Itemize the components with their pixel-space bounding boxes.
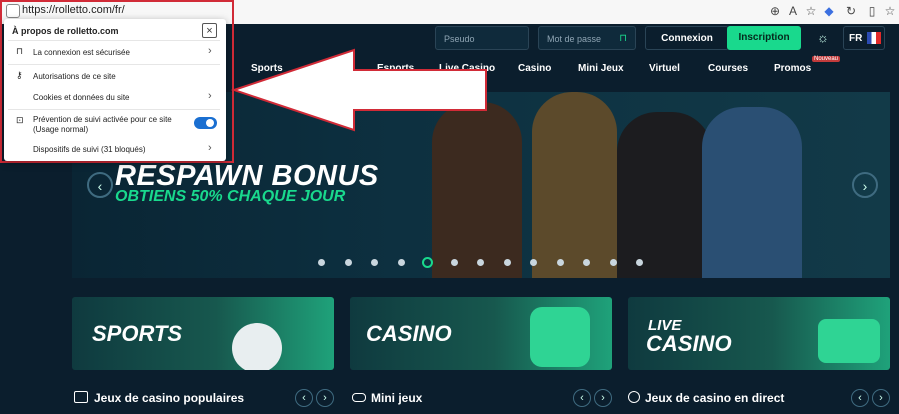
trackers-row[interactable]: Dispositifs de suivi (31 bloqués) › bbox=[4, 141, 226, 157]
language-code: FR bbox=[849, 33, 863, 44]
new-badge: Nouveau bbox=[812, 56, 841, 62]
carousel-dot[interactable] bbox=[556, 259, 564, 266]
banner-subtitle: OBTIENS 50% CHAQUE JOUR bbox=[115, 188, 346, 205]
chevron-right-icon: › bbox=[208, 142, 212, 154]
sidebar-icon[interactable]: ▯ bbox=[864, 3, 880, 19]
section-title-live-casino: Jeux de casino en direct bbox=[645, 391, 785, 405]
cookies-row[interactable]: Cookies et données du site › bbox=[4, 90, 226, 106]
carousel-dot[interactable] bbox=[422, 257, 433, 268]
connection-secure-label: La connexion est sécurisée bbox=[33, 48, 130, 57]
french-flag-icon bbox=[867, 32, 881, 44]
character-illustration bbox=[617, 112, 712, 278]
divider bbox=[8, 64, 220, 65]
casino-card-label: CASINO bbox=[366, 321, 452, 346]
live-casino-card-label-line2: CASINO bbox=[646, 331, 732, 356]
banner-prev-button[interactable]: ‹ bbox=[87, 172, 113, 198]
collections-icon[interactable]: ☆ bbox=[882, 3, 898, 19]
nav-item-courses[interactable]: Courses bbox=[708, 63, 748, 74]
section-prev-button[interactable]: ‹ bbox=[851, 389, 869, 407]
section-title-popular-casino: Jeux de casino populaires bbox=[94, 391, 245, 405]
carousel-dot[interactable] bbox=[344, 259, 352, 266]
popup-title: À propos de rolletto.com bbox=[12, 26, 119, 36]
toggle-knob bbox=[206, 119, 214, 127]
annotation-arrow bbox=[230, 48, 487, 132]
zoom-icon[interactable]: ⊕ bbox=[767, 3, 783, 19]
sports-card-label: SPORTS bbox=[92, 321, 183, 346]
pseudo-input[interactable]: Pseudo bbox=[435, 26, 529, 50]
carousel-dot[interactable] bbox=[477, 259, 484, 266]
character-illustration bbox=[532, 92, 617, 278]
connection-secure-row[interactable]: ⊓ La connexion est sécurisée › bbox=[4, 44, 226, 60]
roulette-icon bbox=[628, 391, 640, 403]
carousel-dot[interactable] bbox=[583, 259, 590, 266]
tracking-prevention-icon: ⊡ bbox=[16, 115, 24, 125]
chevron-right-icon: › bbox=[208, 45, 212, 57]
favorites-star-icon[interactable]: ☆ bbox=[803, 3, 819, 19]
lock-icon: ⊓ bbox=[619, 33, 627, 44]
casino-card[interactable]: CASINO bbox=[350, 297, 612, 370]
character-illustration bbox=[702, 107, 802, 278]
carousel-dot[interactable] bbox=[371, 259, 378, 266]
section-next-button[interactable]: › bbox=[872, 389, 890, 407]
clover-icon bbox=[530, 307, 590, 367]
cookies-label: Cookies et données du site bbox=[33, 93, 130, 102]
nav-item-casino[interactable]: Casino bbox=[518, 63, 551, 74]
refresh-extension-icon[interactable]: ↻ bbox=[843, 3, 859, 19]
slot-icon bbox=[74, 391, 88, 403]
section-next-button[interactable]: › bbox=[316, 389, 334, 407]
nav-item-virtuel[interactable]: Virtuel bbox=[649, 63, 680, 74]
key-icon: ⚷ bbox=[16, 70, 23, 80]
lock-icon: ⊓ bbox=[16, 46, 24, 56]
carousel-dot[interactable] bbox=[450, 259, 458, 266]
table-icon bbox=[818, 319, 880, 363]
carousel-dot[interactable] bbox=[530, 259, 537, 266]
divider bbox=[8, 109, 220, 110]
read-aloud-icon[interactable]: A bbox=[785, 3, 801, 19]
theme-toggle-icon[interactable]: ☼ bbox=[814, 29, 832, 47]
carousel-dot[interactable] bbox=[609, 259, 617, 266]
nav-item-mini-jeux[interactable]: Mini Jeux bbox=[578, 63, 624, 74]
carousel-dot[interactable] bbox=[503, 259, 511, 266]
signup-button[interactable]: Inscription bbox=[727, 26, 801, 50]
section-prev-button[interactable]: ‹ bbox=[573, 389, 591, 407]
password-placeholder: Mot de passe bbox=[547, 34, 602, 44]
site-permissions-row[interactable]: ⚷ Autorisations de ce site bbox=[4, 68, 226, 84]
live-casino-card[interactable]: LIVE CASINO bbox=[628, 297, 890, 370]
chevron-right-icon: › bbox=[208, 90, 212, 102]
gamepad-icon bbox=[352, 393, 366, 402]
carousel-dot[interactable] bbox=[318, 259, 325, 266]
password-input[interactable]: Mot de passe ⊓ bbox=[538, 26, 636, 50]
sports-card[interactable]: SPORTS bbox=[72, 297, 334, 370]
tracking-prevention-label: Prévention de suivi activée pour ce site… bbox=[33, 115, 172, 134]
tracking-prevention-row: ⊡ Prévention de suivi activée pour ce si… bbox=[4, 113, 226, 137]
carousel-dot[interactable] bbox=[636, 259, 643, 266]
close-icon[interactable]: × bbox=[202, 23, 217, 38]
section-title-mini-jeux: Mini jeux bbox=[371, 391, 423, 405]
trackers-label: Dispositifs de suivi (31 bloqués) bbox=[33, 145, 146, 154]
section-prev-button[interactable]: ‹ bbox=[295, 389, 313, 407]
ball-icon bbox=[232, 323, 282, 370]
extension-icon[interactable]: ◆ bbox=[821, 3, 837, 19]
login-button[interactable]: Connexion bbox=[645, 26, 729, 50]
banner-next-button[interactable]: › bbox=[852, 172, 878, 198]
language-selector[interactable]: FR bbox=[843, 26, 885, 50]
nav-item-promos[interactable]: Promos bbox=[774, 63, 811, 74]
section-next-button[interactable]: › bbox=[594, 389, 612, 407]
divider bbox=[8, 40, 220, 41]
carousel-dot[interactable] bbox=[397, 259, 405, 266]
site-permissions-label: Autorisations de ce site bbox=[33, 72, 116, 81]
